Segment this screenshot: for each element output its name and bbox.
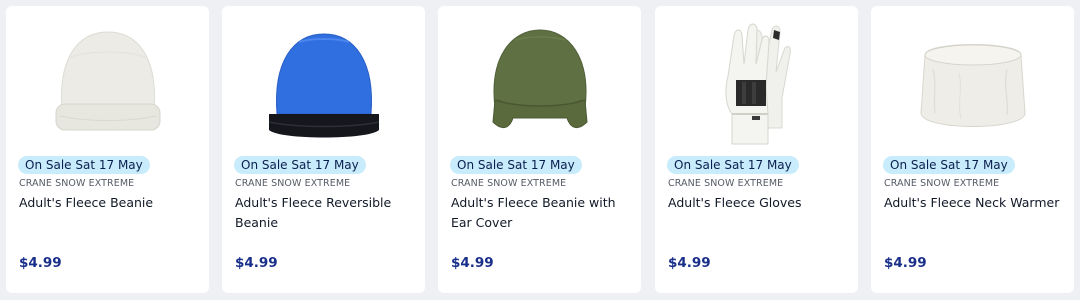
product-price: $4.99 xyxy=(884,255,927,271)
sale-date-badge: On Sale Sat 17 May xyxy=(667,156,799,174)
product-card[interactable]: On Sale Sat 17 May CRANE SNOW EXTREME Ad… xyxy=(438,6,641,293)
product-title[interactable]: Adult's Fleece Reversible Beanie xyxy=(235,193,419,233)
brand-name: CRANE SNOW EXTREME xyxy=(451,178,567,189)
sale-date-badge: On Sale Sat 17 May xyxy=(234,156,366,174)
brand-name: CRANE SNOW EXTREME xyxy=(884,178,1000,189)
sale-date-badge: On Sale Sat 17 May xyxy=(450,156,582,174)
green-ear-cover-beanie-image[interactable] xyxy=(438,12,641,154)
product-title[interactable]: Adult's Fleece Gloves xyxy=(668,193,852,213)
product-price: $4.99 xyxy=(235,255,278,271)
white-neck-warmer-image[interactable] xyxy=(871,12,1074,154)
product-title[interactable]: Adult's Fleece Beanie xyxy=(19,193,203,213)
brand-name: CRANE SNOW EXTREME xyxy=(19,178,135,189)
product-card[interactable]: On Sale Sat 17 May CRANE SNOW EXTREME Ad… xyxy=(6,6,209,293)
product-title[interactable]: Adult's Fleece Beanie with Ear Cover xyxy=(451,193,635,233)
product-card[interactable]: On Sale Sat 17 May CRANE SNOW EXTREME Ad… xyxy=(655,6,858,293)
sale-date-badge: On Sale Sat 17 May xyxy=(18,156,150,174)
brand-name: CRANE SNOW EXTREME xyxy=(235,178,351,189)
white-beanie-image[interactable] xyxy=(6,12,209,154)
product-price: $4.99 xyxy=(19,255,62,271)
product-grid: On Sale Sat 17 May CRANE SNOW EXTREME Ad… xyxy=(0,0,1080,300)
blue-black-reversible-beanie-image[interactable] xyxy=(222,12,425,154)
product-title[interactable]: Adult's Fleece Neck Warmer xyxy=(884,193,1068,213)
product-card[interactable]: On Sale Sat 17 May CRANE SNOW EXTREME Ad… xyxy=(871,6,1074,293)
sale-date-badge: On Sale Sat 17 May xyxy=(883,156,1015,174)
product-card[interactable]: On Sale Sat 17 May CRANE SNOW EXTREME Ad… xyxy=(222,6,425,293)
product-price: $4.99 xyxy=(451,255,494,271)
product-price: $4.99 xyxy=(668,255,711,271)
brand-name: CRANE SNOW EXTREME xyxy=(668,178,784,189)
white-gloves-image[interactable] xyxy=(655,12,858,154)
